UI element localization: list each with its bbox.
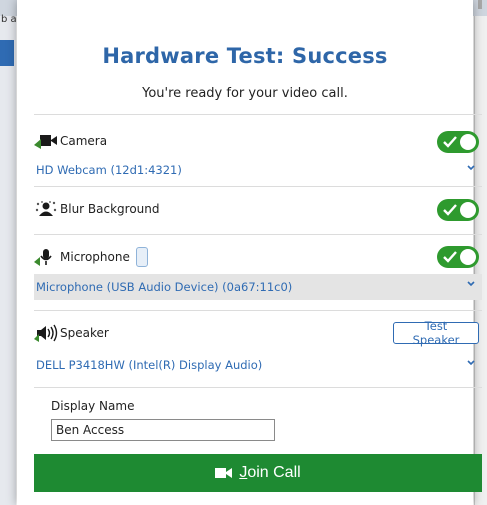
chevron-down-icon <box>467 360 475 366</box>
display-name-input[interactable] <box>51 419 275 441</box>
speaker-device-select[interactable]: DELL P3418HW (Intel(R) Display Audio) <box>34 353 482 377</box>
check-icon <box>443 251 457 263</box>
microphone-device-select[interactable]: Microphone (USB Audio Device) (0a67:11c0… <box>34 274 482 300</box>
camera-toggle[interactable] <box>437 131 479 153</box>
check-icon <box>443 204 457 216</box>
divider <box>34 387 482 388</box>
speaker-icon <box>34 324 60 342</box>
divider <box>34 186 482 187</box>
camera-label: Camera <box>60 134 108 148</box>
dialog-subtitle: You're ready for your video call. <box>142 86 348 101</box>
display-name-label: Display Name <box>51 399 135 413</box>
microphone-device-value: Microphone (USB Audio Device) (0a67:11c0… <box>36 280 293 294</box>
toggle-knob <box>460 202 476 218</box>
join-call-label: Join Call <box>239 464 301 481</box>
speaker-label: Speaker <box>60 326 109 340</box>
toggle-knob <box>460 134 476 150</box>
blur-label: Blur Background <box>60 202 160 216</box>
background-window-selection <box>0 40 14 66</box>
divider <box>34 310 482 311</box>
divider <box>34 114 482 115</box>
microphone-icon <box>34 248 60 266</box>
camera-icon <box>34 132 60 150</box>
background-scrollbar-thumb[interactable] <box>478 0 482 9</box>
microphone-level-meter <box>135 247 148 267</box>
blur-row: Blur Background <box>34 200 160 218</box>
camera-row: Camera <box>34 132 107 150</box>
background-window-text: b a <box>1 14 17 25</box>
chevron-down-icon <box>467 165 475 171</box>
toggle-knob <box>460 249 476 265</box>
speaker-row: Speaker <box>34 324 109 342</box>
video-camera-icon <box>215 468 233 478</box>
camera-device-value: HD Webcam (12d1:4321) <box>36 163 182 177</box>
camera-device-select[interactable]: HD Webcam (12d1:4321) <box>34 158 482 182</box>
test-speaker-button[interactable]: Test Speaker <box>393 319 479 347</box>
background-window-left-panel <box>0 16 16 505</box>
blur-icon <box>34 200 60 218</box>
microphone-row: Microphone <box>34 247 148 267</box>
microphone-label: Microphone <box>60 250 130 264</box>
divider <box>34 234 482 235</box>
chevron-down-icon <box>467 281 475 287</box>
join-call-button[interactable]: Join Call <box>34 454 482 492</box>
hardware-test-dialog: Hardware Test: Success You're ready for … <box>17 0 482 505</box>
dialog-title: Hardware Test: Success <box>102 44 388 68</box>
microphone-toggle[interactable] <box>437 246 479 268</box>
speaker-device-value: DELL P3418HW (Intel(R) Display Audio) <box>36 358 263 372</box>
blur-toggle[interactable] <box>437 199 479 221</box>
check-icon <box>443 136 457 148</box>
